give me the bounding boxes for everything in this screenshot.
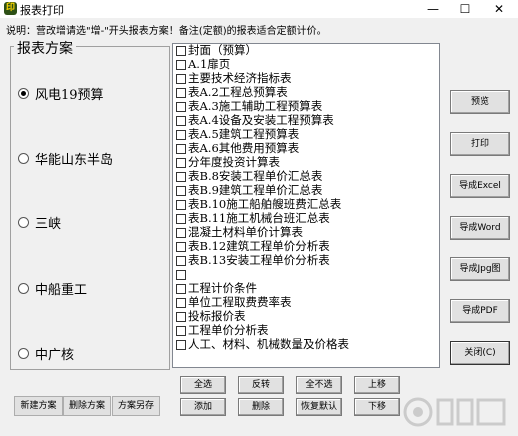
scheme-option-1[interactable]: 华能山东半岛 [18,149,113,168]
add-button[interactable]: 添加 [180,398,226,416]
notice-text: 说明：营改增请选"增-"开头报表方案！备注(定额)的报表适合定额计价。 [6,26,327,37]
move-up-button[interactable]: 上移 [354,376,400,394]
checkbox-icon[interactable] [176,129,186,140]
scheme-option-label: 华能山东半岛 [35,153,114,168]
checkbox-icon[interactable] [176,143,186,154]
checkbox-icon[interactable] [176,325,186,336]
scheme-option-label: 中广核 [35,348,75,363]
list-item[interactable]: 投标报价表 [176,310,246,323]
list-item[interactable]: 表A.4设备及安装工程预算表 [176,114,334,127]
checkbox-icon[interactable] [176,171,186,182]
select-all-button[interactable]: 全选 [180,376,226,394]
maximize-icon[interactable]: ☐ [450,0,480,18]
checkbox-icon[interactable] [176,283,186,294]
checkbox-icon[interactable] [176,339,186,350]
export-excel-button[interactable]: 导成Excel [450,174,510,198]
report-checklist[interactable]: 封面（预算） A.1扉页 主要技术经济指标表 表A.2工程总预算表 表A.3施工… [172,43,440,368]
scheme-option-label: 风电19预算 [35,88,104,103]
title-bar: 印 报表打印 — ☐ ✕ [0,0,518,18]
close-button[interactable]: 关闭(C) [450,341,510,365]
window-title: 报表打印 [20,4,64,17]
scheme-group-label: 报表方案 [14,38,76,58]
list-item[interactable]: 表B.8安装工程单价汇总表 [176,170,322,183]
export-jpg-button[interactable]: 导成Jpg图 [450,257,510,281]
scheme-option-label: 三峡 [35,217,62,232]
radio-selected-icon[interactable] [18,88,29,99]
checkbox-icon[interactable] [176,255,186,266]
scheme-option-label: 中船重工 [35,283,88,298]
checkbox-icon[interactable] [176,87,186,98]
checkbox-icon[interactable] [176,227,186,238]
list-item[interactable]: 表A.6其他费用预算表 [176,142,299,155]
list-item[interactable]: A.1扉页 [176,58,230,71]
list-item[interactable]: 表B.10施工船舶艘班费汇总表 [176,198,341,211]
export-pdf-button[interactable]: 导成PDF [450,299,510,323]
list-item[interactable]: 单位工程取费费率表 [176,296,292,309]
checkbox-icon[interactable] [176,213,186,224]
delete-scheme-button[interactable]: 删除方案 [63,396,111,416]
list-item[interactable]: 工程单价分析表 [176,324,269,337]
new-scheme-button[interactable]: 新建方案 [14,396,63,416]
scheme-option-3[interactable]: 中船重工 [18,279,87,298]
list-item[interactable]: 人工、材料、机械数量及价格表 [176,338,349,351]
list-item[interactable]: 表B.9建筑工程单价汇总表 [176,184,322,197]
list-item[interactable]: 表A.2工程总预算表 [176,86,288,99]
checkbox-icon[interactable] [176,115,186,126]
watermark-logo [403,397,506,427]
list-item[interactable] [176,268,188,281]
radio-icon[interactable] [18,283,29,294]
list-item[interactable]: 表B.12建筑工程单价分析表 [176,240,330,253]
list-item[interactable]: 表B.11施工机械台班汇总表 [176,212,330,225]
save-scheme-as-button[interactable]: 方案另存 [112,396,160,416]
checkbox-icon[interactable] [176,73,186,84]
list-item[interactable]: 主要技术经济指标表 [176,72,292,85]
radio-icon[interactable] [18,217,29,228]
minimize-icon[interactable]: — [418,0,448,18]
remove-button[interactable]: 删除 [238,398,284,416]
checkbox-icon[interactable] [176,269,186,280]
move-down-button[interactable]: 下移 [354,398,400,416]
list-item[interactable]: 封面（预算） [176,44,257,57]
checkbox-icon[interactable] [176,185,186,196]
print-button[interactable]: 打印 [450,132,510,156]
list-item[interactable]: 工程计价条件 [176,282,257,295]
invert-selection-button[interactable]: 反转 [238,376,284,394]
list-item[interactable]: 表B.13安装工程单价分析表 [176,254,330,267]
preview-button[interactable]: 预览 [450,90,510,114]
checkbox-icon[interactable] [176,241,186,252]
checkbox-icon[interactable] [176,297,186,308]
restore-default-button[interactable]: 恢复默认 [296,398,342,416]
scheme-option-4[interactable]: 中广核 [18,344,74,363]
checkbox-icon[interactable] [176,59,186,70]
checkbox-icon[interactable] [176,45,186,56]
radio-icon[interactable] [18,153,29,164]
list-item[interactable]: 混凝土材料单价计算表 [176,226,303,239]
list-item[interactable]: 表A.3施工辅助工程预算表 [176,100,322,113]
checkbox-icon[interactable] [176,199,186,210]
list-item[interactable]: 表A.5建筑工程预算表 [176,128,299,141]
app-icon: 印 [4,2,17,15]
export-word-button[interactable]: 导成Word [450,216,510,240]
select-none-button[interactable]: 全不选 [296,376,342,394]
close-icon[interactable]: ✕ [484,0,514,18]
checkbox-icon[interactable] [176,157,186,168]
scheme-option-2[interactable]: 三峡 [18,213,61,232]
radio-icon[interactable] [18,348,29,359]
checkbox-icon[interactable] [176,101,186,112]
scheme-option-0[interactable]: 风电19预算 [18,84,104,103]
checkbox-icon[interactable] [176,311,186,322]
list-item[interactable]: 分年度投资计算表 [176,156,280,169]
